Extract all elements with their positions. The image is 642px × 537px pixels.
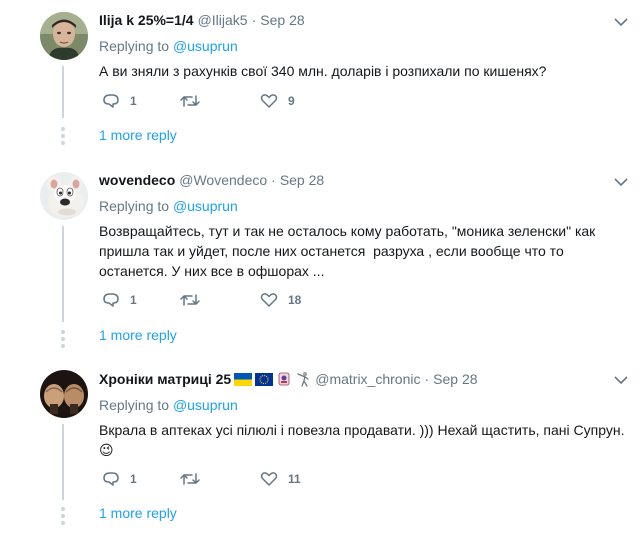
eu-flag-icon <box>255 372 274 386</box>
thread-line <box>62 424 64 500</box>
retweet-icon <box>180 473 200 485</box>
replying-to-label: Replying to <box>99 397 170 413</box>
like-count: 11 <box>288 472 301 486</box>
reply-button[interactable]: 1 <box>102 292 180 308</box>
tweet[interactable]: wovendeco @Wovendeco · Sep 28 Replying t… <box>0 160 642 357</box>
like-button[interactable]: 11 <box>260 471 301 487</box>
replying-to-handle-link[interactable]: @usuprun <box>173 38 238 54</box>
thread-line <box>62 226 64 322</box>
reply-button[interactable]: 1 <box>102 93 180 109</box>
caret-down-icon[interactable] <box>614 375 628 385</box>
thread-dots <box>61 330 65 351</box>
tweet-text: Возвращайтесь, тут и так не осталось ком… <box>99 223 600 279</box>
avatar[interactable] <box>40 172 88 220</box>
like-button[interactable]: 18 <box>260 292 301 308</box>
retweet-button[interactable] <box>180 292 260 308</box>
more-replies-link[interactable]: 1 more reply <box>99 127 177 143</box>
reply-button[interactable]: 1 <box>102 471 180 487</box>
caret-down-icon[interactable] <box>614 17 628 27</box>
replying-to-handle-link[interactable]: @usuprun <box>173 198 238 214</box>
user-handle[interactable]: @matrix_chronic <box>315 370 420 388</box>
reply-icon <box>103 94 119 108</box>
retweet-button[interactable] <box>180 471 260 487</box>
caret-down-icon[interactable] <box>614 177 628 187</box>
replying-to-label: Replying to <box>99 38 170 54</box>
separator: · <box>271 172 276 188</box>
replying-to-handle-link[interactable]: @usuprun <box>173 397 238 413</box>
reply-count: 1 <box>130 94 137 108</box>
replying-to: Replying to @usuprun <box>99 37 628 55</box>
separator: · <box>251 12 257 28</box>
reply-icon <box>103 472 119 486</box>
fencer-icon <box>297 372 309 387</box>
tweet-date[interactable]: Sep 28 <box>433 370 477 388</box>
tweet[interactable]: Ilija k 25%=1/4 @Ilijak5 · Sep 28 Replyi… <box>0 0 642 161</box>
reply-icon <box>103 293 119 307</box>
avatar[interactable] <box>40 12 88 60</box>
display-name[interactable]: wovendeco <box>99 171 175 189</box>
separator: · <box>424 371 430 387</box>
tweet-date[interactable]: Sep 28 <box>260 11 304 29</box>
retweet-icon <box>180 95 200 107</box>
user-handle[interactable]: @Ilijak5 <box>198 11 248 29</box>
display-name[interactable]: Ilija k 25%=1/4 <box>99 11 194 29</box>
thread-dots <box>61 507 65 528</box>
retweet-button[interactable] <box>180 93 260 109</box>
ukraine-flag-icon <box>234 372 253 386</box>
replying-to-label: Replying to <box>99 198 170 214</box>
emblem-icon <box>278 372 290 386</box>
more-replies-link[interactable]: 1 more reply <box>99 327 177 343</box>
tweet-text: Вкрала в аптеках усі пілюлі і повезла пр… <box>99 422 629 458</box>
thread-line <box>62 66 64 118</box>
like-button[interactable]: 9 <box>260 93 295 109</box>
like-icon <box>260 293 278 307</box>
thread-dots <box>61 127 65 148</box>
reply-count: 1 <box>130 293 137 307</box>
replying-to: Replying to @usuprun <box>99 396 628 414</box>
tweet-text: А ви зняли з рахунків свої 340 млн. дола… <box>99 63 547 79</box>
reply-count: 1 <box>130 472 137 486</box>
like-count: 9 <box>288 94 295 108</box>
replying-to: Replying to @usuprun <box>99 197 628 215</box>
like-icon <box>260 94 278 108</box>
tweet[interactable]: Хроніки матриці 25 @matrix_chronic · Sep… <box>0 356 642 537</box>
like-icon <box>260 472 278 486</box>
more-replies-link[interactable]: 1 more reply <box>99 505 177 521</box>
avatar[interactable] <box>40 370 88 418</box>
like-count: 18 <box>288 293 302 307</box>
user-handle[interactable]: @Wovendeco <box>179 171 267 189</box>
tweet-date[interactable]: Sep 28 <box>280 171 324 189</box>
retweet-icon <box>180 294 200 306</box>
display-name[interactable]: Хроніки матриці 25 <box>99 370 231 388</box>
